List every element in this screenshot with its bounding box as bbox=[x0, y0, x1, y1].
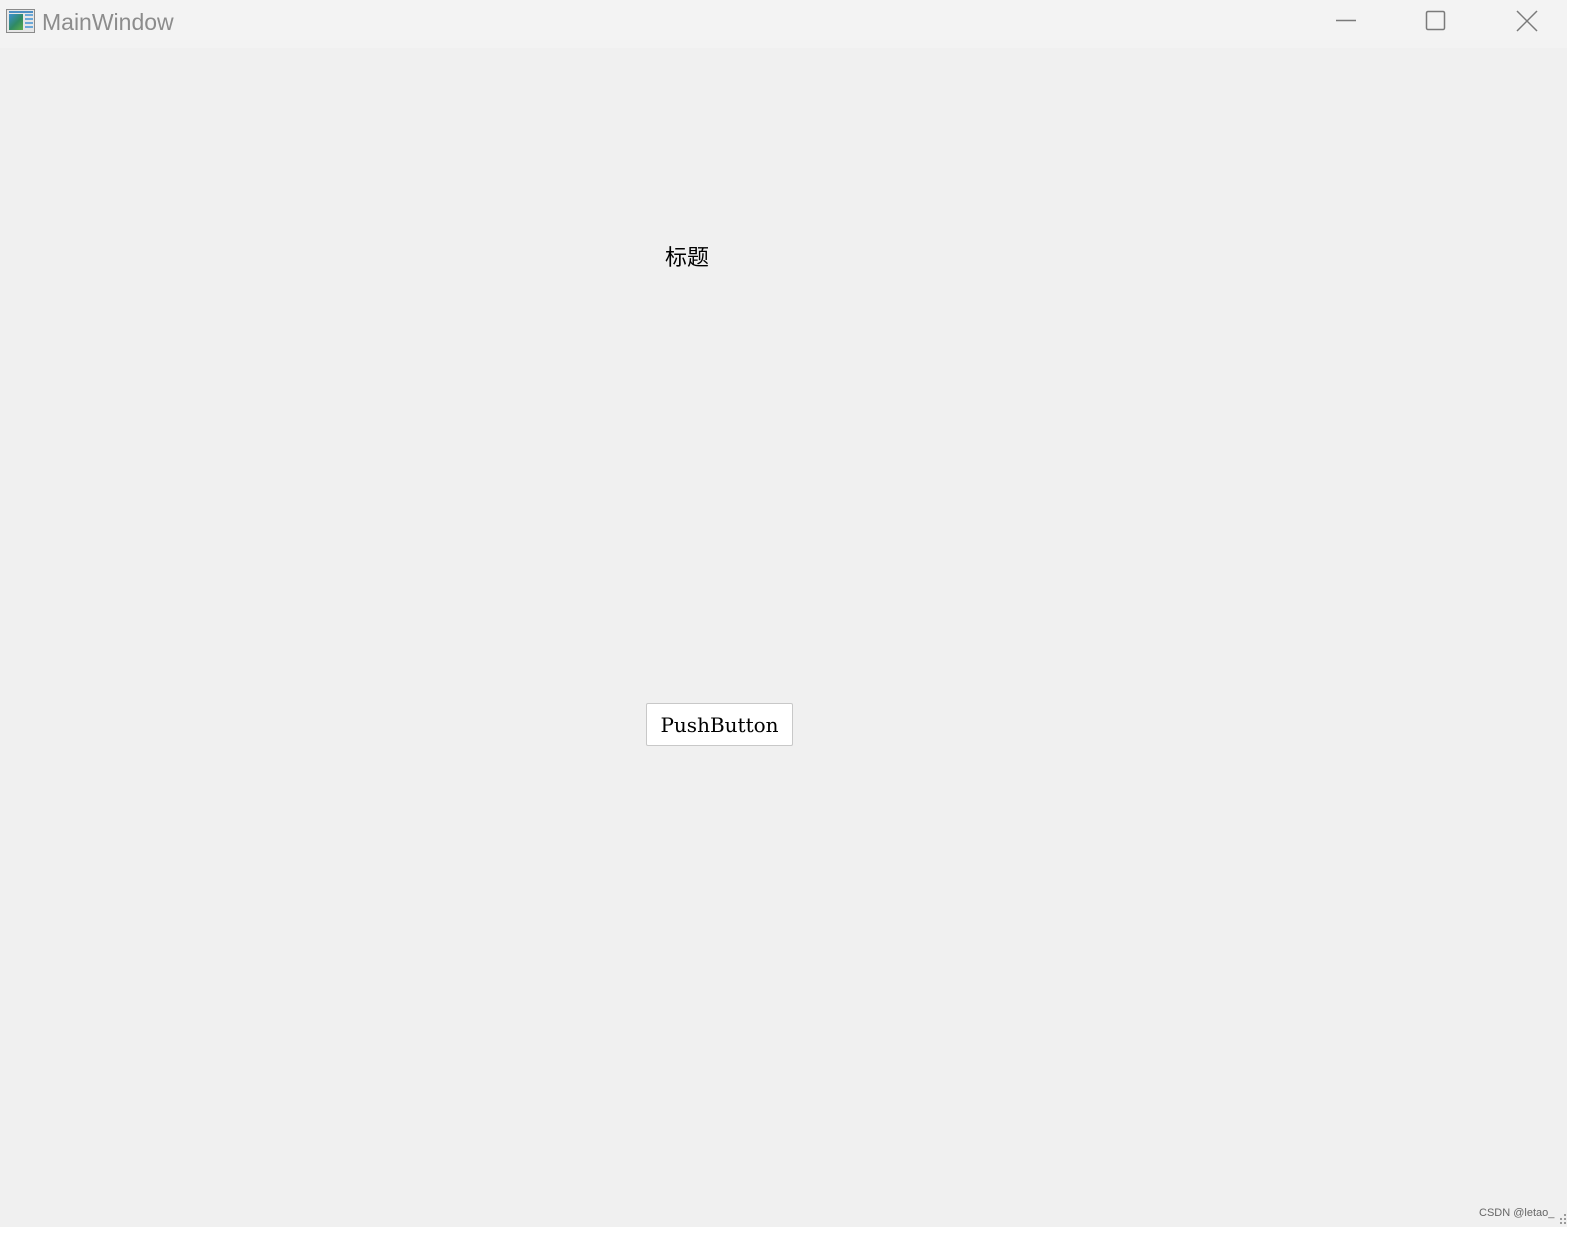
minimize-button[interactable] bbox=[1300, 0, 1392, 42]
maximize-icon bbox=[1425, 10, 1446, 31]
maximize-button[interactable] bbox=[1390, 0, 1482, 42]
title-bar[interactable]: MainWindow bbox=[0, 0, 1567, 48]
minimize-icon bbox=[1336, 19, 1356, 22]
close-icon bbox=[1516, 10, 1538, 32]
watermark-text: CSDN @letao_ bbox=[1479, 1207, 1555, 1219]
window-title: MainWindow bbox=[42, 9, 174, 35]
app-icon bbox=[6, 9, 35, 33]
push-button[interactable]: PushButton bbox=[646, 703, 793, 746]
close-button[interactable] bbox=[1481, 0, 1573, 42]
title-label: 标题 bbox=[665, 246, 710, 271]
main-window: MainWindow 标题 PushButton bbox=[0, 0, 1567, 1227]
resize-grip-icon[interactable] bbox=[1558, 1212, 1568, 1224]
